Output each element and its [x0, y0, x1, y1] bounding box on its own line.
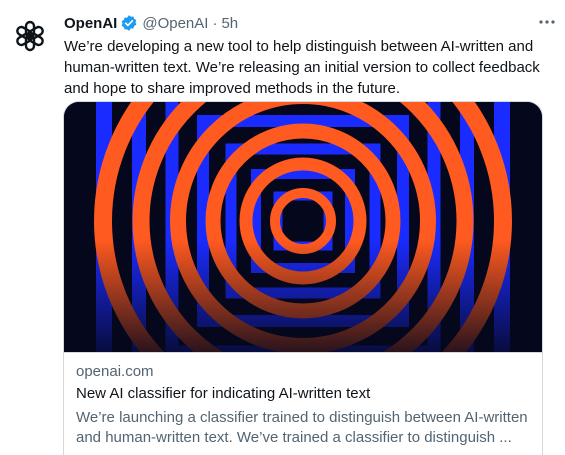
card-image[interactable]	[64, 102, 542, 353]
tweet-text: We’re developing a new tool to help dist…	[64, 38, 540, 97]
verified-badge-icon	[120, 14, 138, 32]
openai-logo-icon	[16, 20, 44, 52]
author-name[interactable]: OpenAI	[64, 15, 117, 32]
card-domain: openai.com	[76, 363, 154, 380]
tweet-header: OpenAI @OpenAI · 5h	[64, 12, 553, 34]
card-description: We’re launching a classifier trained to …	[76, 409, 528, 446]
card-title: New AI classifier for indicating AI-writ…	[76, 385, 371, 402]
avatar[interactable]	[12, 18, 48, 54]
tweet-timestamp[interactable]: 5h	[221, 15, 238, 32]
more-options-button[interactable]	[535, 10, 559, 34]
more-options-icon	[539, 20, 555, 24]
card-body[interactable]: openai.com New AI classifier for indicat…	[64, 353, 542, 448]
separator-dot: ·	[212, 14, 218, 32]
link-card[interactable]: openai.com New AI classifier for indicat…	[63, 101, 543, 455]
author-handle[interactable]: @OpenAI	[142, 15, 208, 32]
